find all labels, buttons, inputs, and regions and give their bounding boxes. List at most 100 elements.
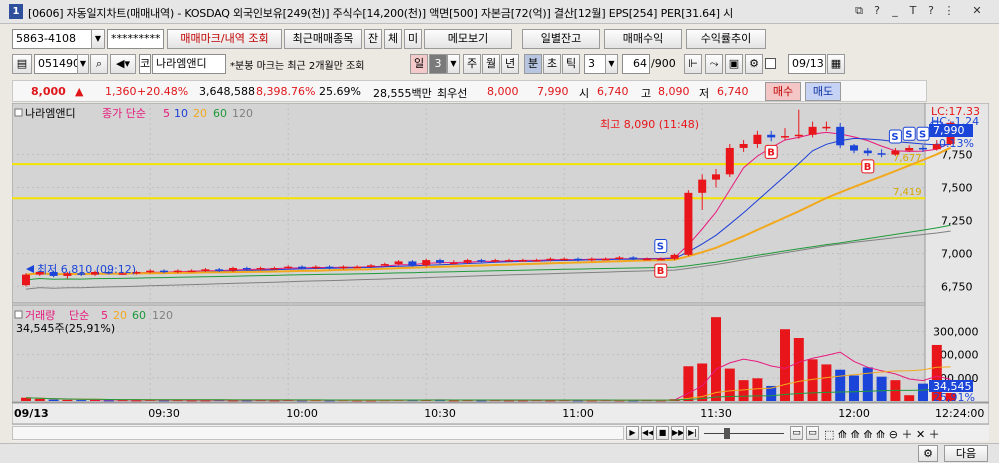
interval-field[interactable]: 3 [584, 54, 606, 74]
chart-scrollbar[interactable]: ▶ ◀◀ ■ ▶▶ ▶| ▭ ▭ ⬚ ⟰ ⟰ ⟰ ⟰ ⊖ ＋ ✕ ＋ [12, 424, 989, 441]
chart-settings-icon[interactable]: ▤ [12, 54, 32, 74]
fast-forward-icon[interactable]: ▶▶ [671, 426, 684, 440]
help-icon[interactable]: ? [870, 4, 884, 18]
tab-day-count[interactable]: 3 [429, 54, 447, 74]
trade-mark-label: S [919, 129, 926, 140]
date-field[interactable]: 09/13 [788, 54, 826, 74]
trade-mark-label: S [657, 241, 664, 252]
sell-button[interactable]: 매도 [805, 82, 841, 101]
tab-second[interactable]: 초 [543, 54, 561, 74]
settings-gear-icon[interactable]: ⚙ [918, 445, 938, 462]
price-tick-label: 7,500 [941, 182, 973, 195]
support-line-label: 7,419 [893, 187, 922, 198]
open-price: 6,740 [597, 85, 629, 98]
recent-trades-button[interactable]: 최근매매종목 [284, 29, 362, 49]
unfilled-button[interactable]: 미 [404, 29, 422, 49]
candlestick-chart[interactable]: 7,7507,5007,2507,0006,750300,000200,0001… [12, 103, 989, 424]
best-ask: 8,000 [487, 85, 519, 98]
day-count-dropdown-icon[interactable]: ▼ [447, 54, 460, 74]
buy-button[interactable]: 매수 [765, 82, 801, 101]
price-tick-label: 7,000 [941, 248, 973, 261]
price-legend-name: 나라엠앤디 [25, 107, 76, 120]
stock-code-dropdown-icon[interactable]: ▼ [77, 54, 89, 74]
candle-body [173, 270, 182, 273]
info-icon[interactable]: ? [924, 4, 938, 18]
end-icon[interactable]: ▶| [686, 426, 699, 440]
sound-icon[interactable]: ◀▾ [110, 54, 136, 74]
volume-bar [780, 329, 790, 401]
gear-icon[interactable]: ⚙ [745, 54, 763, 74]
restore-icon[interactable]: ⧉ [852, 4, 866, 18]
password-field[interactable]: ********* [107, 29, 164, 49]
price-legend-ma-60: 60 [213, 107, 227, 120]
candle-body [546, 258, 555, 261]
executed-button[interactable]: 체 [384, 29, 402, 49]
trade-mark-label: S [905, 129, 912, 140]
zoom-slider-handle[interactable] [724, 428, 730, 439]
return-trend-button[interactable]: 수익률추이 [686, 29, 766, 49]
candle-body [311, 266, 320, 269]
tab-week[interactable]: 주 [463, 54, 481, 74]
volume-bar [34, 398, 45, 401]
volume-legend-ma-60: 60 [132, 309, 146, 322]
trade-mark-label: B [864, 162, 872, 173]
tab-day[interactable]: 일 [410, 54, 428, 74]
candle-body [850, 145, 858, 151]
tab-minute[interactable]: 분 [524, 54, 542, 74]
interval-dropdown-icon[interactable]: ▼ [605, 54, 618, 74]
volume-bar [918, 383, 928, 401]
volume-bar [876, 376, 887, 401]
count-field[interactable]: 64 [622, 54, 650, 74]
candle-body [643, 258, 651, 261]
fast-backward-icon[interactable]: ◀◀ [641, 426, 654, 440]
volume-bar [62, 399, 73, 401]
stop-icon[interactable]: ■ [656, 426, 669, 440]
low-price: 6,740 [717, 85, 749, 98]
tab-year[interactable]: 년 [501, 54, 519, 74]
volume-ratio: 8,398.76% [256, 85, 316, 98]
zoom-fit-icon[interactable]: ▭ [806, 426, 819, 440]
search-icon[interactable]: ⌕ [90, 54, 108, 74]
memo-button[interactable]: 메모보기 [424, 29, 512, 49]
stock-code-field[interactable]: 051490 [34, 54, 78, 74]
balance-button[interactable]: 잔 [364, 29, 382, 49]
daily-balance-button[interactable]: 일별잔고 [522, 29, 600, 49]
close-icon[interactable]: ✕ [970, 4, 984, 18]
candle-body [22, 274, 30, 286]
trade-mark-button[interactable]: 매매마크/내역 조회 [167, 29, 282, 49]
trend-line-icon[interactable]: ⤳ [705, 54, 723, 74]
minimize-icon[interactable]: _ [888, 4, 902, 18]
save-icon[interactable]: ▣ [725, 54, 743, 74]
zoom-slider[interactable] [704, 433, 784, 434]
trade-return-button[interactable]: 매매수익 [604, 29, 682, 49]
price-legend-ma-5: 5 [163, 107, 170, 120]
candle-body [891, 150, 900, 155]
volume-bar [711, 317, 721, 401]
candle-body [187, 270, 196, 273]
candle-body [560, 258, 569, 261]
account-field[interactable]: 5863-4108 [12, 29, 92, 49]
more-icon[interactable]: ⋮ [942, 4, 956, 18]
scroll-right-icon[interactable]: ▶ [626, 426, 639, 440]
volume-tick-label: 300,000 [933, 326, 979, 339]
font-icon[interactable]: T [906, 4, 920, 18]
next-button[interactable]: 다음 [944, 445, 988, 462]
candle-body [380, 264, 389, 266]
stock-name-field[interactable]: 나라엠앤디 [152, 54, 226, 74]
tab-month[interactable]: 월 [482, 54, 500, 74]
time-tick-label: 10:00 [286, 407, 318, 420]
account-dropdown-icon[interactable]: ▼ [91, 29, 105, 49]
tab-tick[interactable]: 틱 [562, 54, 580, 74]
volume-bar [904, 395, 915, 401]
calendar-icon[interactable]: ▦ [827, 54, 845, 74]
price-legend-ma: 종가 단순 [102, 107, 146, 120]
layout-icon[interactable]: ▭ [790, 426, 803, 440]
scroll-track[interactable] [12, 426, 624, 440]
candle-body [284, 266, 293, 269]
date-checkbox[interactable] [765, 58, 776, 69]
candle-body [160, 270, 168, 273]
chart-tools-icons[interactable]: ⬚ ⟰ ⟰ ⟰ ⟰ ⊖ ＋ ✕ ＋ [824, 426, 940, 442]
drawing-icon[interactable]: ⊩ [684, 54, 702, 74]
candle-body [863, 150, 872, 154]
candle-body [436, 260, 444, 263]
